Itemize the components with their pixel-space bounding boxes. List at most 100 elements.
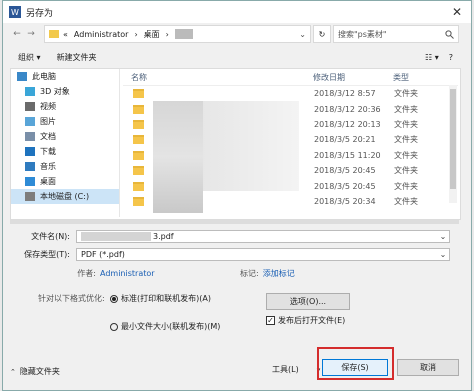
view-options-icon[interactable]: ☷ ▾ — [425, 53, 439, 62]
optimize-standard-radio[interactable]: 标准(打印和联机发布)(A) — [110, 293, 211, 304]
nav-item-downloads[interactable]: 下载 — [11, 144, 119, 159]
video-icon — [25, 102, 35, 111]
row-date: 2018/3/12 8:57 — [314, 89, 376, 99]
breadcrumb-desktop[interactable]: 桌面 — [144, 29, 160, 40]
nav-item-desktop[interactable]: 桌面 — [11, 174, 119, 189]
hide-folders-label: 隐藏文件夹 — [19, 367, 60, 376]
nav-item-music[interactable]: 音乐 — [11, 159, 119, 174]
folder-icon — [133, 104, 144, 114]
folder-icon — [133, 119, 144, 129]
folder-icon — [133, 150, 144, 160]
nav-item-documents[interactable]: 文档 — [11, 129, 119, 144]
row-type: 文件夹 — [394, 89, 418, 99]
back-button[interactable]: ← — [10, 29, 24, 39]
nav-label: 3D 对象 — [40, 87, 70, 96]
drive-icon — [25, 192, 35, 201]
scrollbar-thumb[interactable] — [450, 89, 456, 189]
open-after-publish-label: 发布后打开文件(E) — [278, 316, 346, 325]
check-icon: ✓ — [266, 316, 275, 325]
open-after-publish-checkbox[interactable]: ✓ 发布后打开文件(E) — [266, 315, 345, 326]
desktop-icon — [25, 177, 35, 186]
vertical-scrollbar[interactable] — [449, 85, 457, 203]
filename-field[interactable]: 3.pdf ⌄ — [76, 229, 450, 243]
document-icon — [25, 132, 35, 141]
nav-label: 桌面 — [40, 177, 56, 186]
optimize-min-label: 最小文件大小(联机发布)(M) — [121, 322, 221, 331]
table-row[interactable]: 2018/3/12 8:57 文件夹 — [123, 86, 458, 101]
file-browser: 此电脑 3D 对象 视频 图片 文档 下载 音乐 桌面 本地磁盘 (C:) 名称… — [10, 68, 461, 220]
search-input[interactable]: 搜索"ps素材" — [333, 25, 459, 43]
chevron-down-icon[interactable]: ⌄ — [437, 250, 449, 259]
nav-item-pictures[interactable]: 图片 — [11, 114, 119, 129]
blurred-region — [203, 101, 299, 191]
organize-button[interactable]: 组织 ▾ — [18, 52, 41, 63]
nav-label: 图片 — [40, 117, 56, 126]
folder-icon — [133, 166, 144, 176]
options-button[interactable]: 选项(O)... — [266, 293, 350, 310]
row-type: 文件夹 — [394, 196, 418, 206]
chevron-up-icon: ⌃ — [10, 367, 16, 376]
column-headers: 名称 修改日期 类型 — [123, 69, 458, 86]
new-folder-button[interactable]: 新建文件夹 — [57, 52, 97, 63]
row-type: 文件夹 — [394, 104, 418, 114]
pane-divider[interactable] — [119, 69, 120, 217]
row-type: 文件夹 — [394, 119, 418, 129]
chevron-down-icon[interactable]: ⌄ — [299, 30, 306, 39]
help-icon[interactable]: ? — [449, 53, 453, 62]
computer-icon — [17, 72, 27, 81]
breadcrumb-administrator[interactable]: Administrator — [74, 30, 129, 39]
folder-icon — [133, 89, 144, 99]
breadcrumb[interactable]: « Administrator › 桌面 › ⌄ — [44, 25, 311, 43]
row-type: 文件夹 — [394, 135, 418, 145]
nav-item-local-disk-c[interactable]: 本地磁盘 (C:) — [11, 189, 119, 204]
tools-menu-button[interactable]: 工具(L) ▾ — [272, 364, 320, 375]
optimize-min-radio[interactable]: 最小文件大小(联机发布)(M) — [110, 321, 220, 332]
breadcrumb-overflow[interactable]: « — [63, 30, 68, 39]
cancel-button[interactable]: 取消 — [397, 359, 459, 376]
row-date: 2018/3/12 20:13 — [314, 119, 381, 129]
blurred-filename — [81, 231, 151, 241]
nav-label: 下载 — [40, 147, 56, 156]
column-date[interactable]: 修改日期 — [313, 72, 393, 83]
breadcrumb-separator: › — [134, 29, 138, 39]
blurred-file-name — [148, 89, 310, 98]
filename-value: 3.pdf — [153, 231, 174, 241]
nav-label: 文档 — [40, 132, 56, 141]
filetype-value: PDF (*.pdf) — [81, 249, 125, 259]
search-placeholder: 搜索"ps素材" — [338, 29, 387, 39]
row-date: 2018/3/12 20:36 — [314, 104, 381, 114]
row-type: 文件夹 — [394, 150, 418, 160]
optimize-label: 针对以下格式优化: — [38, 294, 105, 303]
filetype-select[interactable]: PDF (*.pdf) ⌄ — [76, 247, 450, 261]
column-name[interactable]: 名称 — [123, 72, 313, 83]
nav-item-videos[interactable]: 视频 — [11, 99, 119, 114]
nav-label: 此电脑 — [32, 72, 56, 81]
metadata-row: 作者: Administrator 标记: 添加标记 — [10, 268, 460, 279]
highlight-annotation — [317, 347, 394, 380]
refresh-icon[interactable]: ↻ — [313, 25, 331, 43]
chevron-down-icon[interactable]: ⌄ — [437, 232, 449, 241]
hide-folders-toggle[interactable]: ⌃ 隐藏文件夹 — [10, 366, 60, 377]
tag-label: 标记: — [240, 269, 259, 278]
folder-icon — [133, 181, 144, 191]
author-value[interactable]: Administrator — [100, 269, 240, 278]
nav-label: 音乐 — [40, 162, 56, 171]
word-icon: W — [9, 6, 21, 18]
close-icon[interactable]: ✕ — [443, 1, 471, 23]
nav-item-this-pc[interactable]: 此电脑 — [11, 69, 119, 84]
horizontal-scrollbar[interactable] — [10, 220, 459, 224]
nav-label: 视频 — [40, 102, 56, 111]
radio-empty-icon — [110, 322, 118, 331]
filename-label: 文件名(N): — [31, 231, 70, 241]
add-tag-link[interactable]: 添加标记 — [263, 268, 295, 279]
navigation-pane: 此电脑 3D 对象 视频 图片 文档 下载 音乐 桌面 本地磁盘 (C:) — [11, 69, 119, 217]
tools-label: 工具(L) — [272, 365, 299, 374]
row-date: 2018/3/5 20:21 — [314, 135, 376, 145]
column-type[interactable]: 类型 — [393, 72, 458, 83]
row-date: 2018/3/5 20:45 — [314, 166, 376, 176]
row-date: 2018/3/5 20:34 — [314, 196, 376, 206]
nav-item-3d-objects[interactable]: 3D 对象 — [11, 84, 119, 99]
folder-icon — [133, 135, 144, 145]
row-date: 2018/3/5 20:45 — [314, 181, 376, 191]
forward-button[interactable]: → — [24, 29, 38, 39]
